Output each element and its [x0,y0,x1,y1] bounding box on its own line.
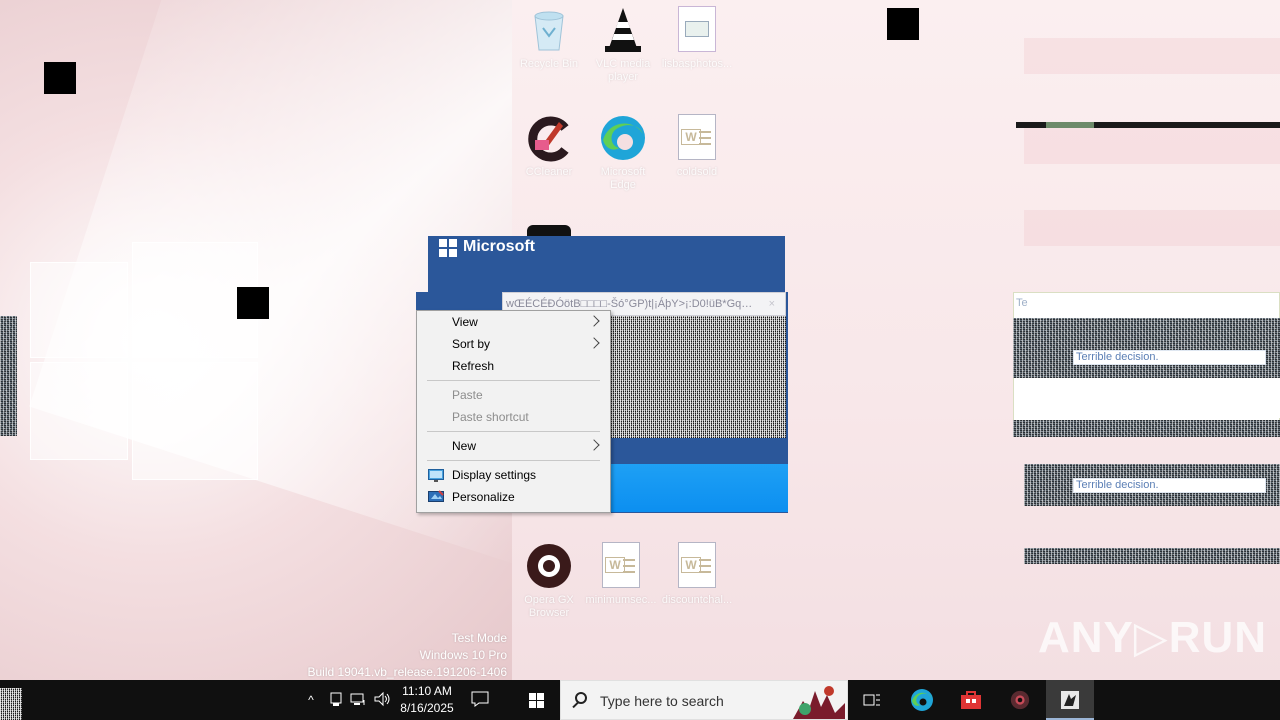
glitch-bar-accent [1046,122,1094,128]
chevron-right-icon [588,315,600,327]
search-highlight-graphic-icon [793,686,845,719]
taskbar-opera-button[interactable] [996,680,1044,720]
store-bag-icon [961,691,981,709]
desktop-icon-word-doc-3[interactable]: W discountchal... [661,536,733,607]
recycle-bin-icon [525,6,573,54]
tray-device-icon[interactable] [328,691,344,709]
glitch-noise-band [1024,548,1280,564]
menu-item-refresh[interactable]: Refresh [418,355,610,377]
action-center-icon[interactable] [471,691,489,709]
taskbar-active-app-button[interactable] [1046,680,1094,720]
desktop-icon-word-doc-2[interactable]: W minimumsec... [585,536,657,607]
test-mode-watermark: Test Mode Windows 10 Pro Build 19041.vb_… [307,631,508,679]
desktop-icon-edge[interactable]: Microsoft Edge [587,108,659,192]
task-view-button[interactable] [848,680,896,720]
desktop-icon-word-doc-1[interactable]: W coldsold [661,108,733,179]
taskbar-edge-button[interactable] [898,680,946,720]
taskbar-glitch-corner [0,688,22,720]
glitch-noise-band [1013,318,1280,378]
desktop-icon-opera-gx[interactable]: Opera GX Browser [513,536,585,620]
search-placeholder: Type here to search [600,693,724,709]
word-doc-icon: W [673,542,721,590]
installer-window-header[interactable]: Microsoft [428,236,785,292]
installer-brand: Microsoft [463,238,535,255]
menu-item-view[interactable]: View [418,311,610,333]
menu-separator [427,431,600,432]
chevron-right-icon [588,439,600,451]
left-glitch-noise [0,316,17,436]
image-file-icon [673,6,721,54]
desktop-context-menu: View Sort by Refresh Paste Paste shortcu… [416,310,611,513]
menu-item-paste-shortcut: Paste shortcut [452,410,529,424]
ccleaner-icon [525,114,573,162]
menu-item-display-settings[interactable]: Display settings [418,464,610,486]
search-icon [575,692,587,704]
message-field: Terrible decision. [1073,350,1266,365]
close-icon[interactable]: × [769,293,775,315]
menu-item-new[interactable]: New [418,435,610,457]
desktop-icon-vlc[interactable]: VLC media player [587,0,659,84]
word-doc-icon: W [673,114,721,162]
display-settings-icon [428,468,444,482]
edge-icon [599,114,647,162]
menu-separator [427,380,600,381]
menu-item-paste: Paste [452,388,483,402]
chevron-right-icon [588,337,600,349]
glitch-window-tag: Te [1016,297,1028,309]
menu-item-personalize[interactable]: Personalize [418,486,610,508]
message-field: Terrible decision. [1073,478,1266,493]
edge-icon [911,689,933,711]
personalize-icon [428,490,444,504]
opera-icon [1010,690,1030,710]
black-square [237,287,269,319]
installer-address-text: wŒÉCÉÐÓötB□□□□-Šó°GP)t|¡ÁþY>¡:D0!üB*Gq… [506,298,753,310]
desktop-icon-recycle-bin[interactable]: Recycle Bin [513,0,585,71]
desktop-icon-ccleaner[interactable]: CCleaner [513,108,585,179]
taskbar-clock[interactable]: 11:10 AM 8/16/2025 [396,683,458,717]
installer-cyan-panel [610,464,788,512]
menu-item-sort-by[interactable]: Sort by [418,333,610,355]
tray-chevron-up-icon[interactable]: ^ [303,691,319,709]
windows-logo-wallpaper [24,242,264,480]
start-button[interactable] [512,680,560,720]
volume-icon[interactable] [374,691,390,709]
taskbar-search-box[interactable]: Type here to search [560,680,848,720]
background-stripe [1024,210,1280,246]
opera-icon [525,542,573,590]
task-view-icon [863,694,880,706]
background-stripe [1024,38,1280,74]
menu-separator [427,460,600,461]
microsoft-logo-icon [439,239,457,257]
network-icon[interactable] [350,691,366,709]
glitch-noise-band [1013,420,1280,437]
glitch-white-band [1024,378,1280,418]
black-square [44,62,76,94]
app-icon [1061,691,1079,709]
desktop-icon-image-doc[interactable]: lisbasphotos... [661,0,733,71]
taskbar-store-button[interactable] [947,680,995,720]
word-doc-icon: W [597,542,645,590]
anyrun-watermark-logo: ANY▷RUN [1038,613,1268,662]
installer-noise-area [610,316,786,438]
vlc-cone-icon [599,6,647,54]
background-stripe [1024,128,1280,164]
black-square [887,8,919,40]
